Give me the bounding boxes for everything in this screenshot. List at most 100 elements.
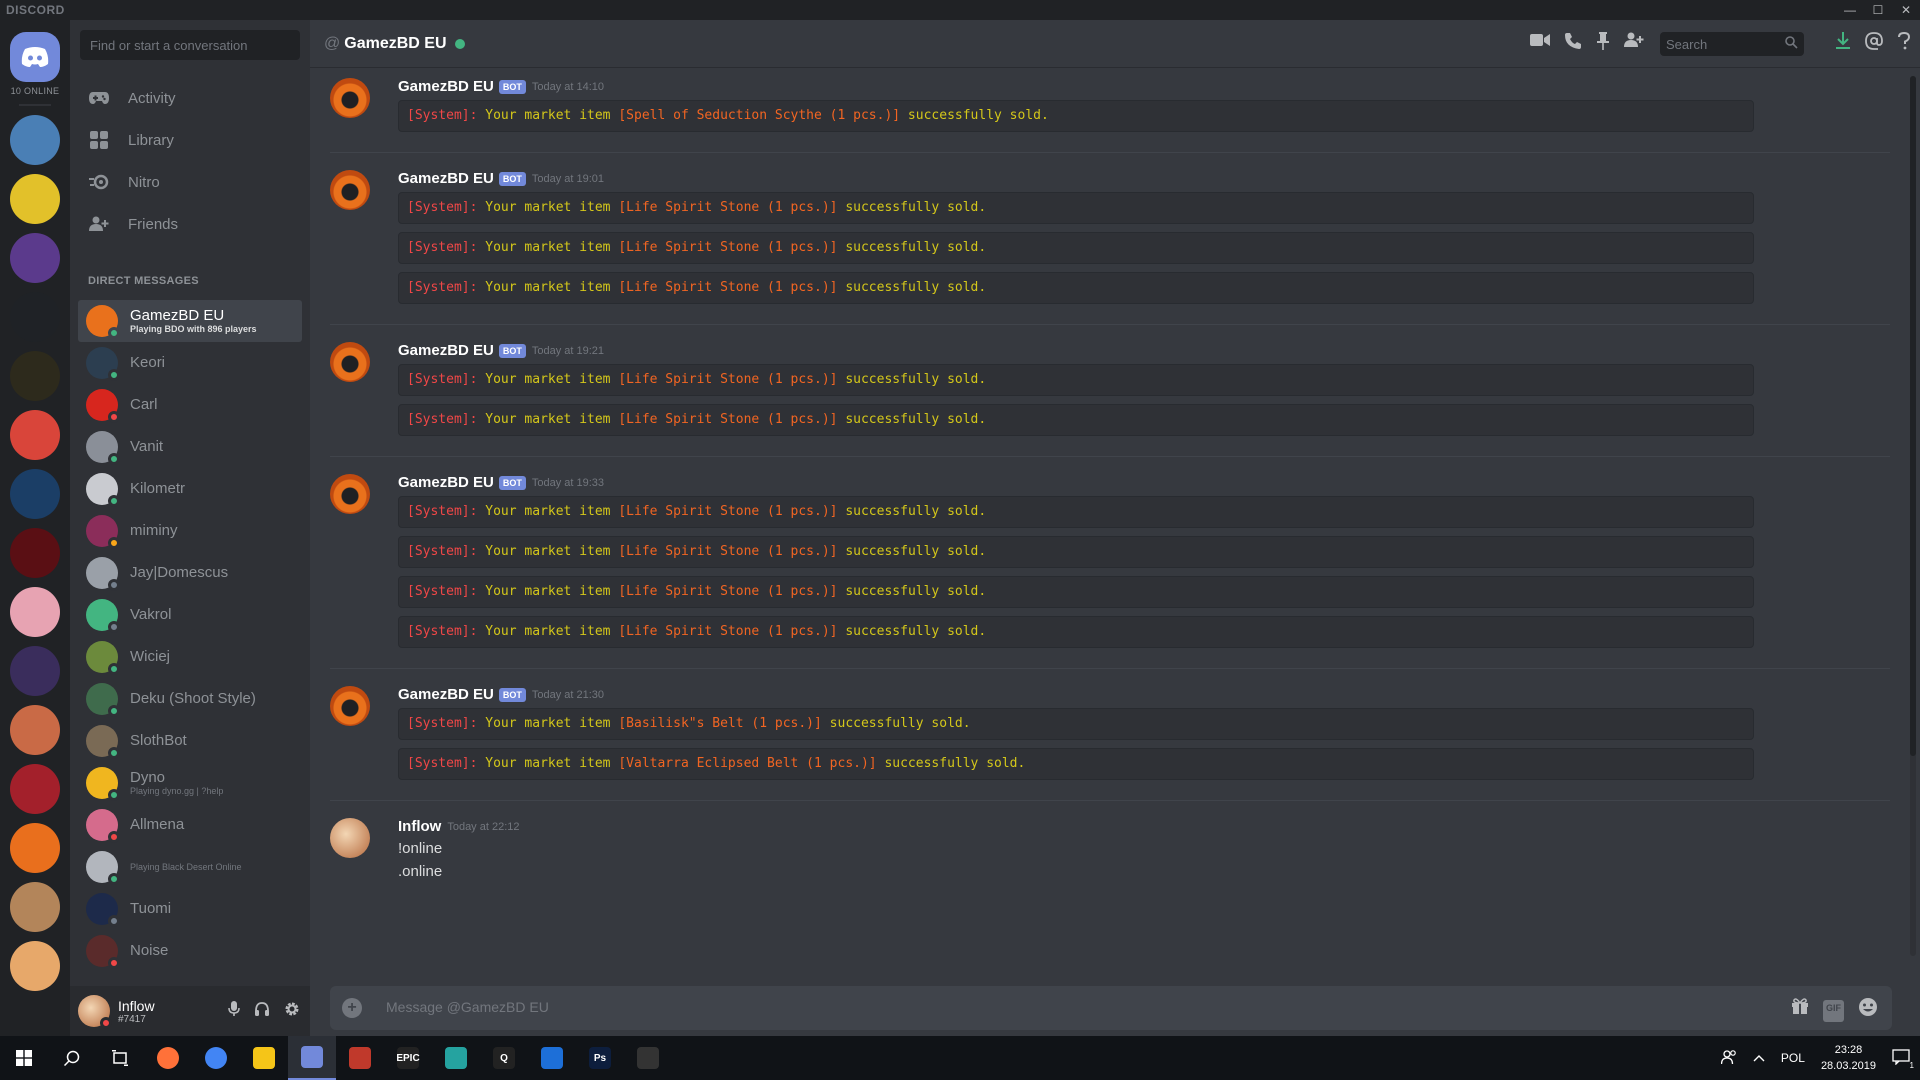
- server-icon[interactable]: [10, 410, 60, 460]
- mentions-icon[interactable]: [1865, 32, 1883, 55]
- dm-item[interactable]: Allmena: [78, 804, 302, 846]
- dm-item[interactable]: Dyno Playing dyno.gg | ?help: [78, 762, 302, 804]
- bdo-icon: [637, 1047, 659, 1069]
- maximize-button[interactable]: ☐: [1864, 0, 1892, 20]
- server-icon[interactable]: [10, 705, 60, 755]
- system-tag: [System]:: [407, 756, 478, 771]
- voice-call-icon[interactable]: [1564, 32, 1582, 55]
- minimize-button[interactable]: —: [1836, 0, 1864, 20]
- add-friend-icon[interactable]: [1624, 32, 1644, 55]
- message-list: GamezBD EU BOT Today at 14:10 [System]: You…: [310, 68, 1910, 964]
- bot-avatar[interactable]: [330, 686, 370, 726]
- start-button[interactable]: [0, 1036, 48, 1080]
- dm-item[interactable]: Tuomi: [78, 888, 302, 930]
- close-button[interactable]: ✕: [1892, 0, 1920, 20]
- taskbar-app-app-b[interactable]: [528, 1036, 576, 1080]
- bot-avatar[interactable]: [330, 474, 370, 514]
- taskbar-app-app-a[interactable]: [336, 1036, 384, 1080]
- server-icon[interactable]: [10, 764, 60, 814]
- video-call-icon[interactable]: [1530, 32, 1550, 55]
- item-name: [Life Spirit Stone (1 pcs.)]: [618, 584, 838, 599]
- nav-library[interactable]: Library: [78, 122, 302, 158]
- dm-item[interactable]: Playing Black Desert Online: [78, 846, 302, 888]
- clock[interactable]: 23:28 28.03.2019: [1821, 1042, 1876, 1074]
- dm-item[interactable]: miminy: [78, 510, 302, 552]
- taskbar-app-map-app[interactable]: [432, 1036, 480, 1080]
- dm-item[interactable]: Vakrol: [78, 594, 302, 636]
- nav-friends[interactable]: Friends: [78, 206, 302, 242]
- code-block: [System]: Your market item [Life Spirit …: [398, 576, 1754, 608]
- author-name[interactable]: GamezBD EU: [398, 474, 494, 491]
- task-view-button[interactable]: [96, 1036, 144, 1080]
- item-name: [Life Spirit Stone (1 pcs.)]: [618, 624, 838, 639]
- dm-item[interactable]: Vanit: [78, 426, 302, 468]
- nav-nitro[interactable]: Nitro: [78, 164, 302, 200]
- author-name[interactable]: Inflow: [398, 818, 441, 835]
- language-indicator[interactable]: POL: [1781, 1051, 1805, 1065]
- dm-item[interactable]: Deku (Shoot Style): [78, 678, 302, 720]
- nav-activity[interactable]: Activity: [78, 80, 302, 116]
- server-icon[interactable]: [10, 469, 60, 519]
- taskbar-app-bdo[interactable]: [624, 1036, 672, 1080]
- chevron-up-icon[interactable]: [1753, 1051, 1765, 1065]
- server-icon[interactable]: [10, 823, 60, 873]
- people-icon[interactable]: [1720, 1049, 1737, 1068]
- server-icon[interactable]: [10, 882, 60, 932]
- notifications-icon[interactable]: 1: [1892, 1048, 1914, 1070]
- taskbar-app-epic[interactable]: EPIC: [384, 1036, 432, 1080]
- server-icons: [0, 115, 70, 991]
- dm-item[interactable]: SlothBot: [78, 720, 302, 762]
- find-conversation-input[interactable]: Find or start a conversation: [80, 30, 300, 60]
- server-icon[interactable]: [10, 528, 60, 578]
- bot-avatar[interactable]: [330, 342, 370, 382]
- server-icon[interactable]: [10, 941, 60, 991]
- pin-icon[interactable]: [1596, 32, 1610, 55]
- microphone-icon[interactable]: [228, 1001, 240, 1021]
- chat-search-input[interactable]: Search: [1660, 32, 1804, 56]
- bot-avatar[interactable]: [330, 170, 370, 210]
- dm-item[interactable]: Noise: [78, 930, 302, 972]
- message-input-placeholder[interactable]: Message @GamezBD EU: [386, 999, 549, 1015]
- author-name[interactable]: GamezBD EU: [398, 342, 494, 359]
- bot-avatar[interactable]: [330, 78, 370, 118]
- taskbar-app-q-app[interactable]: Q: [480, 1036, 528, 1080]
- upload-plus-icon[interactable]: +: [342, 998, 362, 1018]
- taskbar-app-explorer[interactable]: [240, 1036, 288, 1080]
- dm-item[interactable]: Carl: [78, 384, 302, 426]
- chat-scrollbar[interactable]: [1910, 76, 1916, 956]
- server-icon[interactable]: [10, 351, 60, 401]
- gift-icon[interactable]: [1791, 997, 1809, 1022]
- server-icon[interactable]: [10, 292, 60, 342]
- taskbar-app-discord[interactable]: [288, 1036, 336, 1080]
- scrollbar-thumb[interactable]: [1910, 76, 1916, 756]
- author-name[interactable]: GamezBD EU: [398, 170, 494, 187]
- taskbar-search-button[interactable]: [48, 1036, 96, 1080]
- headphones-icon[interactable]: [254, 1001, 270, 1021]
- server-icon[interactable]: [10, 646, 60, 696]
- server-icon[interactable]: [10, 174, 60, 224]
- server-icon[interactable]: [10, 115, 60, 165]
- dm-item[interactable]: Keori: [78, 342, 302, 384]
- dm-item[interactable]: Jay|Domescus: [78, 552, 302, 594]
- code-block: [System]: Your market item [Life Spirit …: [398, 272, 1754, 304]
- download-icon[interactable]: [1835, 32, 1851, 55]
- dm-item[interactable]: Kilometr: [78, 468, 302, 510]
- home-button[interactable]: [10, 32, 60, 82]
- taskbar-app-firefox[interactable]: [144, 1036, 192, 1080]
- server-icon[interactable]: [10, 233, 60, 283]
- settings-gear-icon[interactable]: [284, 1001, 300, 1021]
- message-input-bar[interactable]: + Message @GamezBD EU GIF: [330, 986, 1892, 1030]
- author-name[interactable]: GamezBD EU: [398, 686, 494, 703]
- user-avatar[interactable]: [78, 995, 112, 1029]
- taskbar-app-photoshop[interactable]: Ps: [576, 1036, 624, 1080]
- user-avatar[interactable]: [330, 818, 370, 858]
- author-name[interactable]: GamezBD EU: [398, 78, 494, 95]
- taskbar-app-chrome[interactable]: [192, 1036, 240, 1080]
- help-icon[interactable]: [1897, 31, 1911, 55]
- dm-item[interactable]: Wiciej: [78, 636, 302, 678]
- at-icon: @: [324, 34, 341, 52]
- dm-item[interactable]: GamezBD EU Playing BDO with 896 players: [78, 300, 302, 342]
- server-icon[interactable]: [10, 587, 60, 637]
- gif-button[interactable]: GIF: [1823, 1000, 1844, 1022]
- emoji-icon[interactable]: [1858, 997, 1878, 1022]
